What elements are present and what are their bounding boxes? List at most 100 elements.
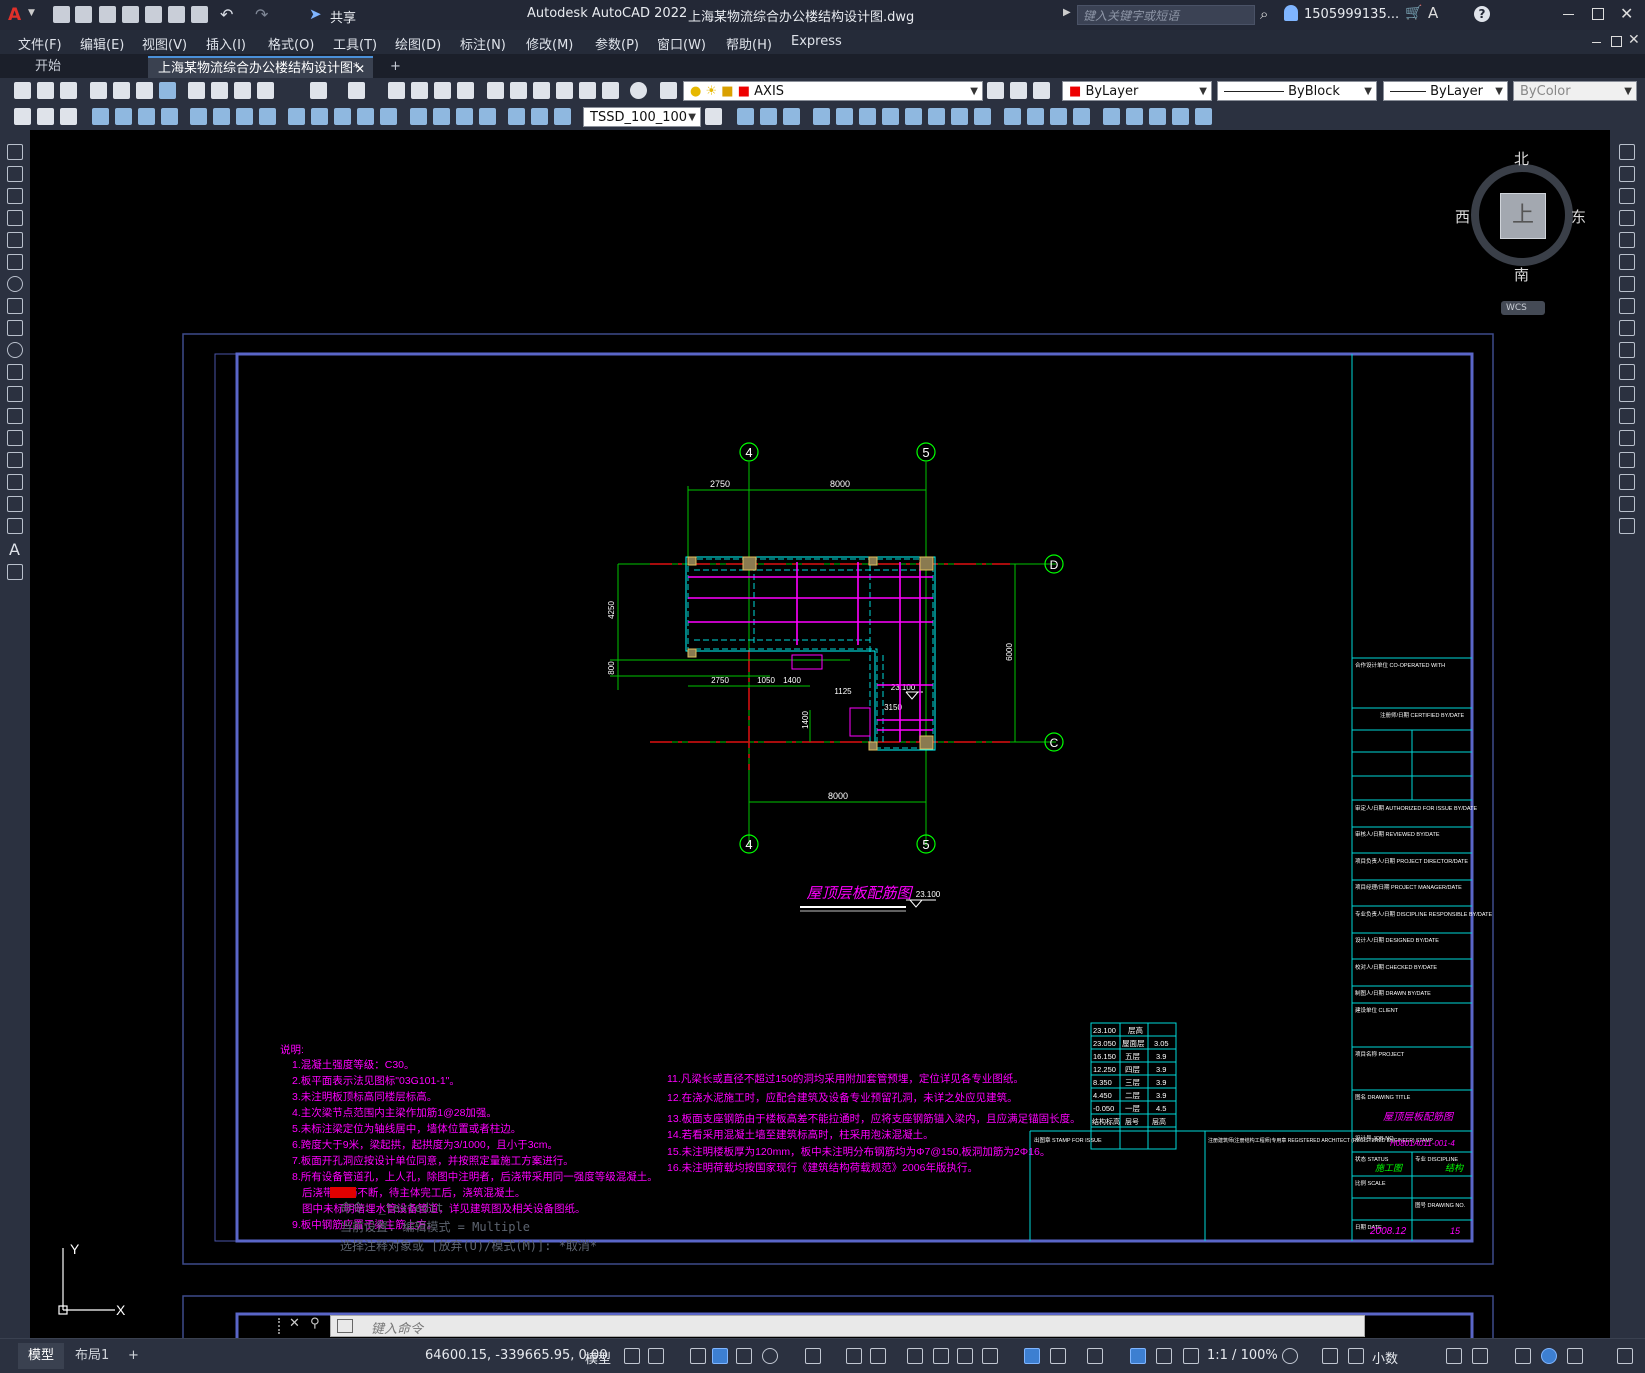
cart-icon[interactable]: 🛒 xyxy=(1405,5,1422,21)
annotation-visibility-icon[interactable] xyxy=(1130,1348,1146,1364)
share-icon[interactable]: ➤ xyxy=(309,5,322,23)
chamfer-palette-icon[interactable] xyxy=(1619,452,1635,468)
chamfer-icon[interactable] xyxy=(1050,108,1067,125)
share-label[interactable]: 共享 xyxy=(330,7,356,26)
print-icon[interactable] xyxy=(90,82,107,99)
graphics-performance-icon[interactable] xyxy=(1541,1348,1557,1364)
wipeout-icon[interactable] xyxy=(1195,108,1212,125)
rotate-icon[interactable] xyxy=(882,108,899,125)
dim-linear-icon[interactable] xyxy=(92,108,109,125)
tab-close-icon[interactable]: ✕ xyxy=(355,58,365,80)
dimtedit-icon[interactable] xyxy=(531,108,548,125)
extend-icon[interactable] xyxy=(974,108,991,125)
insert-block-icon[interactable] xyxy=(7,386,23,402)
circle-icon[interactable] xyxy=(7,276,23,292)
gradient-icon[interactable] xyxy=(7,474,23,490)
user-icon[interactable] xyxy=(1284,5,1298,21)
inspection-icon[interactable] xyxy=(456,108,473,125)
grid-icon[interactable] xyxy=(624,1348,640,1364)
autodesk-a360-icon[interactable]: A xyxy=(1428,4,1438,22)
trim-palette-icon[interactable] xyxy=(1619,342,1635,358)
tab-start[interactable]: 开始 xyxy=(25,56,140,78)
mirror-icon[interactable] xyxy=(783,108,800,125)
rectangle-icon[interactable] xyxy=(7,232,23,248)
tab-drawing[interactable]: 上海某物流综合办公楼结构设计图* ✕ xyxy=(148,56,373,78)
tool-palettes-icon[interactable] xyxy=(533,82,550,99)
tssd-tool2-icon[interactable] xyxy=(37,108,54,125)
cmd-close-icon[interactable]: ✕ xyxy=(289,1316,300,1331)
auto-scale-icon[interactable] xyxy=(1156,1348,1172,1364)
zoom-realtime-icon[interactable] xyxy=(411,82,428,99)
arc-icon[interactable] xyxy=(7,254,23,270)
copy-object-icon[interactable] xyxy=(760,108,777,125)
redo-icon[interactable]: ↷ xyxy=(255,5,268,24)
menu-window[interactable]: 窗口(W) xyxy=(657,34,706,53)
menu-tools[interactable]: 工具(T) xyxy=(333,34,377,53)
help-tool-icon[interactable] xyxy=(630,82,647,99)
revcloud-icon[interactable] xyxy=(7,298,23,314)
scale-icon[interactable] xyxy=(905,108,922,125)
erase-icon[interactable] xyxy=(737,108,754,125)
polyline-icon[interactable] xyxy=(7,188,23,204)
rotate-palette-icon[interactable] xyxy=(1619,276,1635,292)
user-name[interactable]: 1505999135... xyxy=(1304,7,1399,22)
quick-properties-icon[interactable] xyxy=(1446,1348,1462,1364)
ellipse-arc-icon[interactable] xyxy=(7,364,23,380)
units-icon[interactable] xyxy=(1348,1348,1364,1364)
dimedit-icon[interactable] xyxy=(508,108,525,125)
dim-update-icon[interactable] xyxy=(554,108,571,125)
join-icon[interactable] xyxy=(1027,108,1044,125)
dynamic-input-icon[interactable] xyxy=(712,1348,728,1364)
layer-previous-icon[interactable] xyxy=(1010,82,1027,99)
point-icon[interactable] xyxy=(7,430,23,446)
menu-express[interactable]: Express xyxy=(791,34,842,49)
center-mark-icon[interactable] xyxy=(433,108,450,125)
layer-manager-icon[interactable] xyxy=(660,82,677,99)
stretch-icon[interactable] xyxy=(928,108,945,125)
viewcube-north[interactable]: 北 xyxy=(1514,148,1529,169)
workspace-gear-icon[interactable] xyxy=(1282,1348,1298,1364)
coordinates[interactable]: 64600.15, -339665.95, 0.00 xyxy=(425,1348,608,1363)
redo-tool-icon[interactable] xyxy=(348,82,365,99)
snap-icon[interactable] xyxy=(648,1348,664,1364)
explode-icon[interactable] xyxy=(1103,108,1120,125)
erase-palette-icon[interactable] xyxy=(1619,144,1635,160)
pan-icon[interactable] xyxy=(388,82,405,99)
undo-icon[interactable]: ↶ xyxy=(220,5,233,24)
infer-icon[interactable] xyxy=(690,1348,706,1364)
construction-line-icon[interactable] xyxy=(7,166,23,182)
dim-continue-icon[interactable] xyxy=(334,108,351,125)
offset-palette-icon[interactable] xyxy=(1619,210,1635,226)
menu-dimension[interactable]: 标注(N) xyxy=(460,34,506,53)
plot-icon[interactable] xyxy=(191,6,208,23)
scale-palette-icon[interactable] xyxy=(1619,298,1635,314)
make-block-icon[interactable] xyxy=(7,408,23,424)
region-icon[interactable] xyxy=(1149,108,1166,125)
design-center-icon[interactable] xyxy=(510,82,527,99)
help-icon[interactable]: ? xyxy=(1474,6,1490,22)
linetype-dropdown[interactable]: ByBlock ▼ xyxy=(1217,81,1377,101)
explode-palette-icon[interactable] xyxy=(1619,518,1635,534)
save-web-icon[interactable] xyxy=(168,6,185,23)
sheet-set-icon[interactable] xyxy=(556,82,573,99)
break-icon[interactable] xyxy=(1004,108,1021,125)
lineweight-dropdown[interactable]: ByLayer ▼ xyxy=(1383,81,1508,101)
osnap-icon[interactable] xyxy=(870,1348,886,1364)
copy-icon[interactable] xyxy=(211,82,228,99)
copy-palette-icon[interactable] xyxy=(1619,166,1635,182)
model-space-toggle[interactable]: 模型 xyxy=(585,1348,611,1367)
menu-draw[interactable]: 绘图(D) xyxy=(395,34,441,53)
dim-aligned-icon[interactable] xyxy=(115,108,132,125)
mtext-icon[interactable]: A xyxy=(9,540,20,559)
dimstyle-manager-icon[interactable] xyxy=(705,108,722,125)
close-icon[interactable]: ✕ xyxy=(1620,4,1633,23)
viewcube[interactable]: 上 北 南 西 东 xyxy=(1455,150,1586,284)
3d-osnap-icon[interactable] xyxy=(982,1348,998,1364)
fillet-icon[interactable] xyxy=(1073,108,1090,125)
dim-break-icon[interactable] xyxy=(380,108,397,125)
blend-palette-icon[interactable] xyxy=(1619,496,1635,512)
command-input[interactable]: 键入命令 xyxy=(330,1315,1365,1337)
cmd-customize-icon[interactable]: ⚲ xyxy=(310,1316,320,1331)
doc-close-icon[interactable]: ✕ xyxy=(1628,32,1640,48)
search-expand-icon[interactable]: ▶ xyxy=(1063,7,1071,18)
